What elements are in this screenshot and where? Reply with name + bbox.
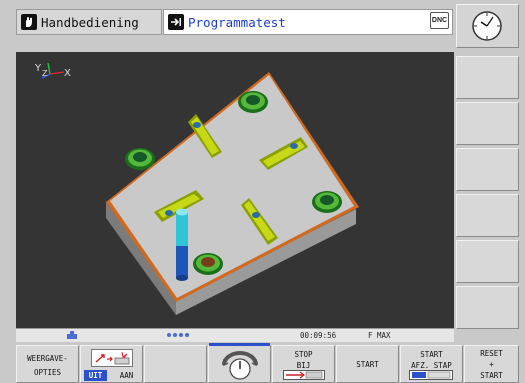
reset-line1: RESET: [480, 349, 503, 358]
single-block-icon: [409, 370, 453, 380]
status-bar: 00:09:56 F MAX: [16, 328, 454, 342]
tab-program-label: Programmatest: [188, 14, 286, 30]
reset-line3: START: [480, 371, 503, 380]
cutting-tool: [176, 208, 188, 281]
start-single-block-button[interactable]: START AFZ. STAP: [400, 345, 463, 383]
circular-pocket: [238, 91, 268, 113]
tab-program-test[interactable]: Programmatest: [163, 9, 453, 35]
hand-icon: [21, 14, 37, 30]
progress-dots-icon: [166, 331, 190, 339]
active-indicator: [209, 343, 270, 346]
axis-y-label: Y: [34, 63, 42, 74]
workpiece-3d-graphic: Y Z X: [34, 62, 359, 315]
display-options-line2: OPTIES: [33, 368, 62, 377]
stop-at-line1: STOP: [294, 350, 313, 359]
run-time: 00:09:56: [300, 331, 337, 340]
speed-dial-icon: [222, 351, 258, 380]
machine-status-icon: [66, 331, 78, 340]
feed-rate: F MAX: [368, 331, 391, 340]
display-options-line1: WEERGAVE-: [27, 354, 68, 363]
tool-workpiece-icon: [91, 349, 133, 367]
side-softkey-6[interactable]: [456, 286, 519, 329]
axis-triad-icon: Y Z X: [34, 62, 71, 79]
toggle-off-label: UIT: [84, 370, 107, 381]
tab-manual-operation[interactable]: Handbediening: [16, 9, 162, 35]
side-softkey-2[interactable]: [456, 102, 519, 145]
circular-pocket: [193, 253, 223, 275]
stop-at-icon: [283, 370, 325, 380]
circular-pocket: [312, 191, 342, 213]
empty-softkey[interactable]: [144, 345, 207, 383]
tab-manual-label: Handbediening: [41, 14, 139, 30]
toggle-on-label: AAN: [119, 371, 134, 380]
start-button[interactable]: START: [336, 345, 399, 383]
side-softkey-5[interactable]: [456, 240, 519, 283]
axis-x-label: X: [64, 68, 71, 79]
side-softkey-3[interactable]: [456, 148, 519, 191]
dnc-badge: DNC: [430, 12, 449, 29]
reset-line2: +: [489, 360, 494, 369]
stop-at-button[interactable]: STOP BIJ: [272, 345, 335, 383]
circular-pocket: [125, 148, 155, 170]
start-single-line1: START: [420, 350, 443, 359]
program-arrow-icon: [168, 14, 184, 30]
reset-start-button[interactable]: RESET + START: [464, 345, 519, 383]
clock-softkey[interactable]: [456, 4, 519, 48]
side-softkey-4[interactable]: [456, 194, 519, 237]
tool-collision-toggle[interactable]: UIT AAN: [80, 345, 143, 383]
axis-z-label: Z: [42, 69, 48, 78]
side-softkey-1[interactable]: [456, 56, 519, 99]
feed-override-button[interactable]: [208, 343, 271, 383]
simulation-view[interactable]: Y Z X: [16, 52, 454, 328]
start-label: START: [356, 360, 379, 369]
display-options-button[interactable]: WEERGAVE- OPTIES: [16, 345, 79, 383]
clock-icon: [472, 11, 502, 41]
